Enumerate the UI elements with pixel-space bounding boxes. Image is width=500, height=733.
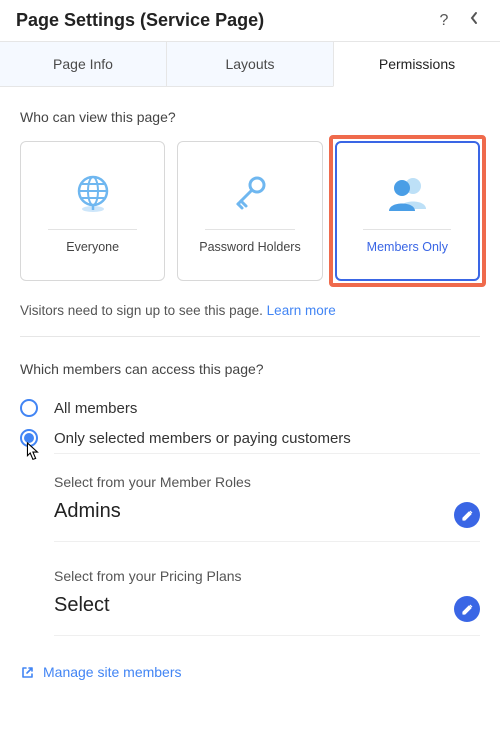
external-link-icon <box>20 665 35 680</box>
help-icon[interactable]: ? <box>434 12 454 30</box>
member-roles-caption: Select from your Member Roles <box>54 474 480 490</box>
view-question: Who can view this page? <box>20 109 480 125</box>
radio-selected-members[interactable]: Only selected members or paying customer… <box>20 423 480 453</box>
tab-page-info[interactable]: Page Info <box>0 42 166 86</box>
globe-icon <box>70 169 116 219</box>
view-card-everyone[interactable]: Everyone <box>20 141 165 281</box>
tab-bar: Page Info Layouts Permissions <box>0 41 500 87</box>
view-card-members-only-label: Members Only <box>367 240 448 254</box>
pencil-icon <box>461 603 474 616</box>
view-hint: Visitors need to sign up to see this pag… <box>20 303 480 318</box>
key-icon <box>227 169 273 219</box>
view-hint-text: Visitors need to sign up to see this pag… <box>20 303 267 318</box>
radio-selected-members-label: Only selected members or paying customer… <box>54 430 351 447</box>
view-card-password-holders[interactable]: Password Holders <box>177 141 322 281</box>
chevron-left-icon[interactable] <box>464 11 484 30</box>
learn-more-link[interactable]: Learn more <box>267 303 336 318</box>
manage-site-members-label: Manage site members <box>43 664 182 680</box>
pricing-plans-block: Select from your Pricing Plans Select <box>54 558 480 652</box>
tab-permissions[interactable]: Permissions <box>333 42 500 87</box>
member-roles-block: Select from your Member Roles Admins <box>54 453 480 558</box>
access-question: Which members can access this page? <box>20 361 480 377</box>
view-card-members-only[interactable]: Members Only <box>335 141 480 281</box>
pricing-plans-caption: Select from your Pricing Plans <box>54 568 480 584</box>
view-cards-row: Everyone Password Holders <box>20 141 480 281</box>
radio-icon <box>20 399 38 417</box>
view-card-password-holders-label: Password Holders <box>199 240 300 254</box>
radio-all-members[interactable]: All members <box>20 393 480 423</box>
pencil-icon <box>461 509 474 522</box>
edit-plans-button[interactable] <box>454 596 480 622</box>
pricing-plans-value: Select <box>54 594 480 617</box>
view-card-everyone-label: Everyone <box>66 240 119 254</box>
panel-header: Page Settings (Service Page) ? <box>0 0 500 41</box>
member-roles-value: Admins <box>54 500 480 523</box>
members-icon <box>382 169 432 219</box>
tab-layouts[interactable]: Layouts <box>166 42 333 86</box>
radio-icon <box>20 429 38 447</box>
edit-roles-button[interactable] <box>454 502 480 528</box>
radio-all-members-label: All members <box>54 400 137 417</box>
page-title: Page Settings (Service Page) <box>16 10 424 31</box>
manage-site-members-link[interactable]: Manage site members <box>20 660 480 684</box>
